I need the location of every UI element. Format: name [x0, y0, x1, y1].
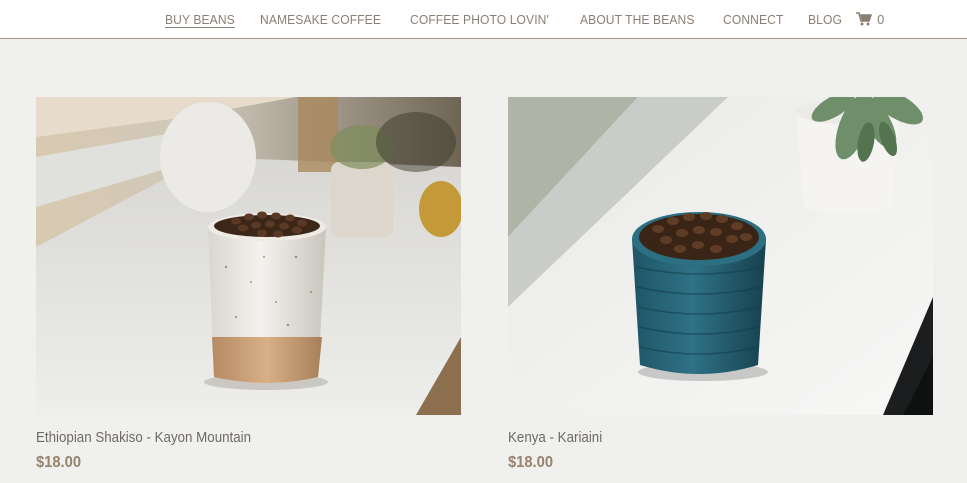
- nav-coffee-photo-lovin[interactable]: COFFEE PHOTO LOVIN': [410, 12, 549, 27]
- product-price: $18.00: [36, 454, 82, 471]
- nav-namesake-coffee[interactable]: NAMESAKE COFFEE: [260, 12, 381, 27]
- cart-count: 0: [877, 11, 885, 27]
- product-name[interactable]: Kenya - Kariaini: [508, 430, 899, 446]
- nav-about-the-beans[interactable]: ABOUT THE BEANS: [580, 12, 694, 27]
- product-price: $18.00: [508, 454, 554, 471]
- main-nav: BUY BEANS NAMESAKE COFFEE COFFEE PHOTO L…: [165, 0, 884, 38]
- cart-button[interactable]: 0: [856, 12, 884, 27]
- shopping-cart-icon: [856, 12, 873, 26]
- product-card: Ethiopian Shakiso - Kayon Mountain $18.0…: [36, 97, 461, 472]
- product-image[interactable]: [508, 97, 933, 415]
- product-name[interactable]: Ethiopian Shakiso - Kayon Mountain: [36, 430, 427, 446]
- nav-buy-beans[interactable]: BUY BEANS: [165, 12, 235, 27]
- nav-blog[interactable]: BLOG: [808, 12, 842, 27]
- top-navigation-bar: BUY BEANS NAMESAKE COFFEE COFFEE PHOTO L…: [0, 0, 967, 39]
- product-card: Kenya - Kariaini $18.00: [508, 97, 933, 472]
- nav-connect[interactable]: CONNECT: [723, 12, 783, 27]
- product-image[interactable]: [36, 97, 461, 415]
